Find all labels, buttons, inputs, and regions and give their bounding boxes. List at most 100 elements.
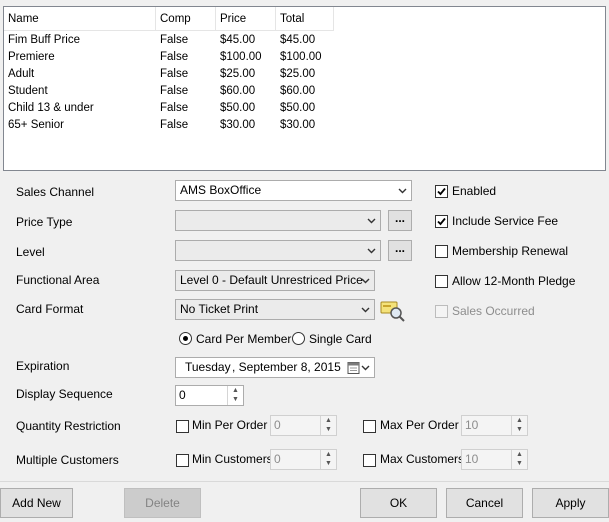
- min-per-order-stepper[interactable]: 0 ▲ ▼: [270, 415, 337, 436]
- price-type-label: Price Type: [16, 215, 73, 229]
- card-format-label: Card Format: [16, 302, 84, 316]
- max-per-order-label: Max Per Order: [380, 418, 459, 432]
- cell-comp: False: [160, 34, 189, 46]
- stepper-up-icon[interactable]: ▲: [321, 450, 336, 459]
- price-type-browse-button[interactable]: ...: [388, 210, 412, 231]
- delete-button: Delete: [124, 488, 201, 518]
- functional-area-select[interactable]: Level 0 - Default Unrestriced Price: [175, 270, 375, 291]
- allow-12-month-pledge-label: Allow 12-Month Pledge: [452, 274, 576, 288]
- stepper-down-icon[interactable]: ▼: [321, 459, 336, 468]
- cell-comp: False: [160, 51, 189, 63]
- stepper-buttons[interactable]: ▲ ▼: [320, 416, 336, 435]
- functional-area-value: Level 0 - Default Unrestriced Price: [180, 273, 363, 287]
- sales-channel-label: Sales Channel: [16, 185, 95, 199]
- expiration-day: Tuesday: [185, 360, 231, 374]
- min-per-order-checkbox[interactable]: [176, 420, 189, 433]
- include-service-fee-label: Include Service Fee: [452, 214, 559, 228]
- cell-price: $30.00: [220, 119, 256, 131]
- price-grid[interactable]: Name Comp Price Total Fim Buff Price Fals…: [3, 6, 606, 171]
- cell-name: Student: [8, 85, 48, 97]
- min-customers-checkbox[interactable]: [176, 454, 189, 467]
- cancel-button[interactable]: Cancel: [446, 488, 523, 518]
- expiration-date-value: , September 8, 2015: [232, 360, 341, 374]
- sales-channel-select[interactable]: AMS BoxOffice: [175, 180, 412, 201]
- calendar-icon[interactable]: [347, 362, 371, 374]
- min-per-order-value: 0: [274, 418, 281, 432]
- column-header-price[interactable]: Price: [216, 7, 276, 31]
- max-per-order-checkbox[interactable]: [363, 420, 376, 433]
- cell-total: $60.00: [280, 85, 316, 97]
- grid-header: Name Comp Price Total: [4, 7, 334, 31]
- table-row[interactable]: Student False $60.00 $60.00: [4, 83, 344, 100]
- max-customers-label: Max Customers: [380, 452, 465, 466]
- expiration-label: Expiration: [16, 359, 70, 373]
- single-card-radio[interactable]: [292, 332, 305, 345]
- level-select[interactable]: [175, 240, 381, 261]
- display-sequence-stepper[interactable]: 0 ▲ ▼: [175, 385, 244, 406]
- stepper-down-icon[interactable]: ▼: [512, 459, 527, 468]
- cell-price: $45.00: [220, 34, 256, 46]
- apply-button[interactable]: Apply: [532, 488, 609, 518]
- enabled-label: Enabled: [452, 184, 497, 198]
- cell-total: $50.00: [280, 102, 316, 114]
- table-row[interactable]: Premiere False $100.00 $100.00: [4, 49, 344, 66]
- stepper-buttons[interactable]: ▲ ▼: [511, 416, 527, 435]
- cell-name: Premiere: [8, 51, 55, 63]
- sales-channel-value: AMS BoxOffice: [180, 183, 262, 197]
- table-row[interactable]: Fim Buff Price False $45.00 $45.00: [4, 32, 344, 49]
- cell-comp: False: [160, 85, 189, 97]
- table-row[interactable]: Child 13 & under False $50.00 $50.00: [4, 100, 344, 117]
- stepper-buttons[interactable]: ▲ ▼: [511, 450, 527, 469]
- include-service-fee-checkbox[interactable]: [435, 215, 448, 228]
- checkmark-icon: [437, 187, 446, 196]
- membership-renewal-label: Membership Renewal: [452, 244, 569, 258]
- level-label: Level: [16, 245, 45, 259]
- stepper-buttons[interactable]: ▲ ▼: [320, 450, 336, 469]
- expiration-date-picker[interactable]: Tuesday , September 8, 2015: [175, 357, 375, 378]
- cell-total: $100.00: [280, 51, 322, 63]
- sales-occurred-checkbox: [435, 305, 448, 318]
- max-customers-checkbox[interactable]: [363, 454, 376, 467]
- multiple-customers-label: Multiple Customers: [16, 453, 119, 467]
- price-type-select[interactable]: [175, 210, 381, 231]
- display-sequence-label: Display Sequence: [16, 387, 113, 401]
- cell-name: Fim Buff Price: [8, 34, 80, 46]
- level-browse-button[interactable]: ...: [388, 240, 412, 261]
- stepper-down-icon[interactable]: ▼: [512, 425, 527, 434]
- column-header-comp[interactable]: Comp: [156, 7, 216, 31]
- magnifier-card-icon[interactable]: [380, 299, 406, 323]
- card-per-member-label: Card Per Member: [196, 332, 292, 346]
- stepper-down-icon[interactable]: ▼: [321, 425, 336, 434]
- membership-renewal-checkbox[interactable]: [435, 245, 448, 258]
- max-per-order-stepper[interactable]: 10 ▲ ▼: [461, 415, 528, 436]
- stepper-up-icon[interactable]: ▲: [228, 386, 243, 395]
- stepper-up-icon[interactable]: ▲: [512, 450, 527, 459]
- cell-total: $25.00: [280, 68, 316, 80]
- max-per-order-value: 10: [465, 418, 479, 432]
- cell-total: $30.00: [280, 119, 316, 131]
- allow-12-month-pledge-checkbox[interactable]: [435, 275, 448, 288]
- enabled-checkbox[interactable]: [435, 185, 448, 198]
- ok-button[interactable]: OK: [360, 488, 437, 518]
- functional-area-label: Functional Area: [16, 273, 100, 287]
- cell-comp: False: [160, 119, 189, 131]
- cell-price: $50.00: [220, 102, 256, 114]
- table-row[interactable]: Adult False $25.00 $25.00: [4, 66, 344, 83]
- table-row[interactable]: 65+ Senior False $30.00 $30.00: [4, 117, 344, 134]
- chevron-down-icon: [367, 248, 376, 254]
- cell-name: Adult: [8, 68, 35, 80]
- stepper-down-icon[interactable]: ▼: [228, 395, 243, 404]
- display-sequence-value: 0: [179, 388, 186, 402]
- add-new-button[interactable]: Add New: [0, 488, 73, 518]
- stepper-up-icon[interactable]: ▲: [512, 416, 527, 425]
- stepper-up-icon[interactable]: ▲: [321, 416, 336, 425]
- chevron-down-icon: [361, 278, 370, 284]
- max-customers-stepper[interactable]: 10 ▲ ▼: [461, 449, 528, 470]
- card-per-member-radio[interactable]: [179, 332, 192, 345]
- stepper-buttons[interactable]: ▲ ▼: [227, 386, 243, 405]
- chevron-down-icon: [398, 188, 407, 194]
- min-customers-stepper[interactable]: 0 ▲ ▼: [270, 449, 337, 470]
- column-header-name[interactable]: Name: [4, 7, 156, 31]
- column-header-total[interactable]: Total: [276, 7, 334, 31]
- card-format-select[interactable]: No Ticket Print: [175, 299, 375, 320]
